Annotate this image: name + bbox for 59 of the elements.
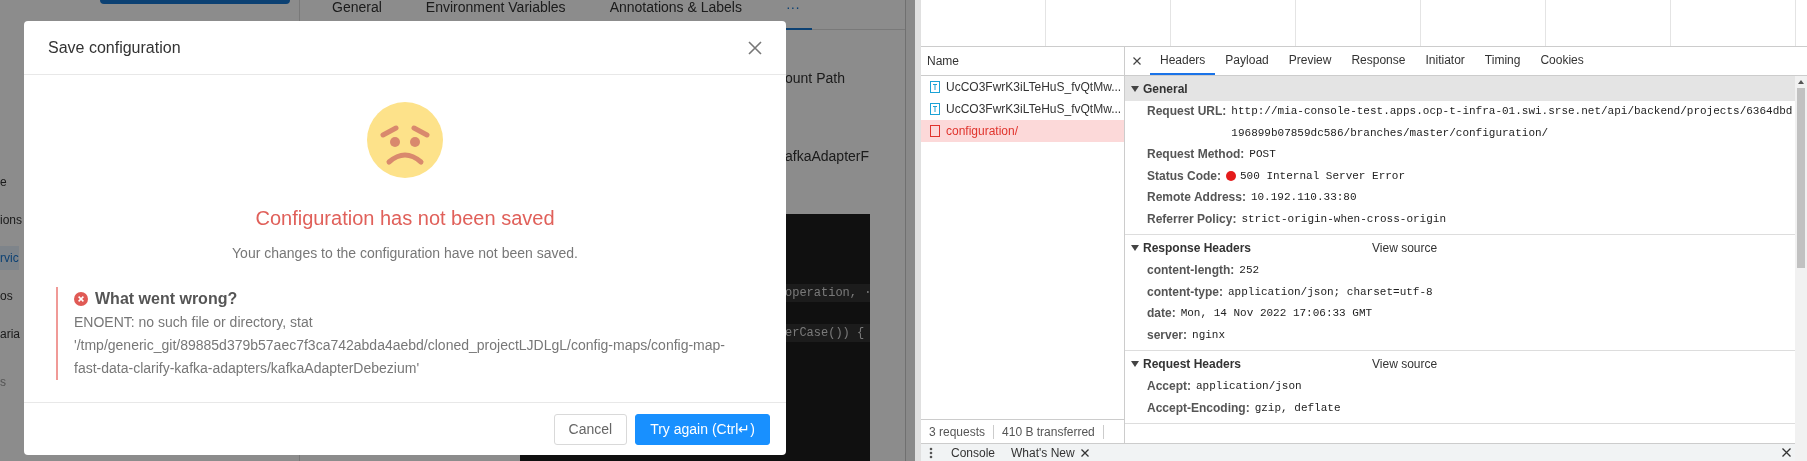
section-title: Response Headers xyxy=(1143,240,1253,255)
cancel-button[interactable]: Cancel xyxy=(553,413,628,445)
request-name: UcCO3FwrK3iLTeHuS_fvQtMw... xyxy=(946,80,1122,94)
field-label: ount Path xyxy=(785,70,846,86)
header-name: Remote Address: xyxy=(1147,189,1246,206)
sidebar-item[interactable]: ions xyxy=(0,208,22,232)
section-title: General xyxy=(1143,81,1189,96)
tab[interactable]: Payload xyxy=(1215,47,1279,75)
header-value: gzip, deflate xyxy=(1254,400,1342,416)
header-value: 252 xyxy=(1239,263,1261,278)
status-text: 3 requests xyxy=(921,424,995,439)
view-source-link[interactable]: View source xyxy=(1372,356,1438,371)
sidebar-item[interactable]: e xyxy=(0,170,7,194)
header-name: Request Method: xyxy=(1147,146,1245,163)
request-name: UcCO3FwrK3iLTeHuS_fvQtMw... xyxy=(946,102,1122,116)
request-row[interactable]: UcCO3FwrK3iLTeHuS_fvQtMw... xyxy=(921,76,1124,98)
field-label: afkaAdapterF xyxy=(785,148,871,164)
section-header[interactable]: Response Headers View source xyxy=(1125,235,1795,260)
header-name: Accept-Encoding: xyxy=(1147,399,1250,417)
header-value: 10.192.110.33:80 xyxy=(1250,190,1358,205)
section-header[interactable]: Request Headers View source xyxy=(1125,351,1795,376)
header-name: Status Code: xyxy=(1147,167,1221,185)
error-message: Your changes to the configuration have not been saved. xyxy=(232,244,578,263)
status-text: 410 B transferred xyxy=(994,424,1104,439)
view-source-link[interactable]: View source xyxy=(1372,240,1438,255)
request-row[interactable]: configuration/ xyxy=(921,120,1124,142)
tab[interactable]: Preview xyxy=(1278,47,1342,75)
tab[interactable]: Initiator xyxy=(1415,47,1475,75)
drawer-tab[interactable]: Console xyxy=(943,445,1004,460)
request-name: configuration/ xyxy=(946,124,1019,138)
header-name: content-length: xyxy=(1147,262,1235,279)
header-name: server: xyxy=(1147,326,1188,344)
error-title: Configuration has not been saved xyxy=(255,206,555,231)
header-value: application/json; charset=utf-8 xyxy=(1228,284,1434,300)
sidebar-item[interactable]: aria xyxy=(0,322,20,346)
header-value: POST xyxy=(1249,147,1277,162)
section-header[interactable]: General xyxy=(1125,76,1795,101)
error-heading: What went wrong? xyxy=(95,290,238,308)
dialog-title: Save configuration xyxy=(48,38,181,57)
header-name: Request URL: xyxy=(1147,103,1227,120)
section-title: Request Headers xyxy=(1143,356,1243,371)
sidebar-item[interactable]: os xyxy=(0,284,13,308)
header-name: Accept: xyxy=(1147,378,1191,395)
column-header[interactable]: Name xyxy=(921,47,1124,76)
header-name: date: xyxy=(1147,305,1176,322)
tab[interactable]: Cookies xyxy=(1530,47,1594,75)
error-details: ENOENT: no such file or directory, stat '/tmp/generic_git/89885d379b57aec7f3ca742abda4aebd/cloned_projectLJDLgL/config-maps/config-map-fast-data-clarify-kafka-adapters/kafkaAdapterDebezium' xyxy=(74,313,726,378)
header-name: Referrer Policy: xyxy=(1147,210,1237,228)
header-value: 500 Internal Server Error xyxy=(1240,168,1407,184)
drawer-tab[interactable]: What's New xyxy=(1003,445,1097,460)
header-value: http://mia-console-test.apps.ocp-t-infra-01.swi.srse.net/api/backend/projects/6364dbd196899b07859dc586/branches/master/configuration/ xyxy=(1231,104,1794,141)
header-value: Mon, 14 Nov 2022 17:06:33 GMT xyxy=(1180,306,1374,321)
header-value: application/json xyxy=(1196,379,1303,394)
tab[interactable]: Response xyxy=(1341,47,1416,75)
tab[interactable]: Timing xyxy=(1474,47,1531,75)
request-row[interactable]: UcCO3FwrK3iLTeHuS_fvQtMw... xyxy=(921,98,1124,120)
header-value: strict-origin-when-cross-origin xyxy=(1241,211,1447,227)
header-value: nginx xyxy=(1192,327,1227,343)
header-name: content-type: xyxy=(1147,283,1223,301)
